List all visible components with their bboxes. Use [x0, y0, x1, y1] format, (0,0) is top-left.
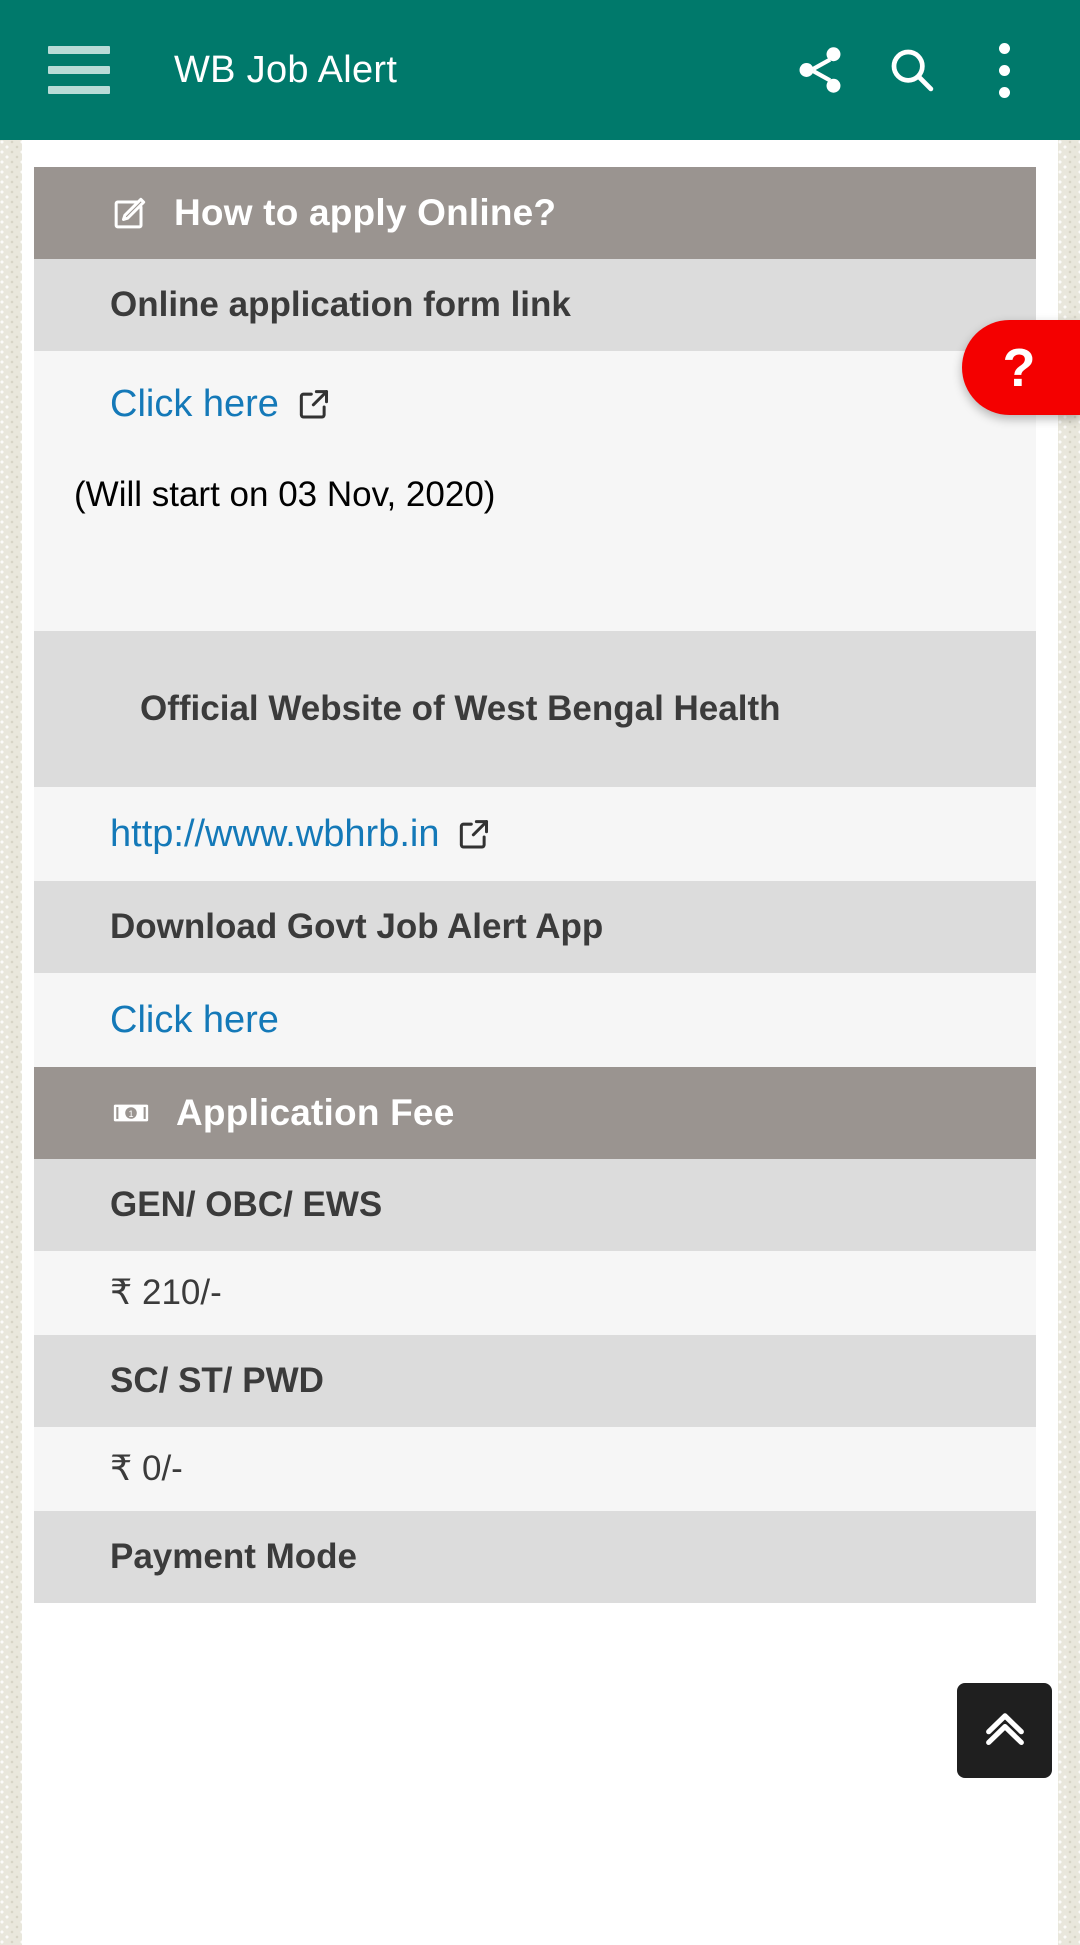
- section-header-application-fee: 1 Application Fee: [34, 1067, 1036, 1159]
- svg-text:1: 1: [128, 1109, 133, 1119]
- double-chevron-up-icon: [977, 1700, 1033, 1761]
- article-content: How to apply Online? Online application …: [22, 140, 1058, 1945]
- search-icon[interactable]: [866, 24, 958, 116]
- app-bar-left: WB Job Alert: [0, 46, 774, 94]
- apply-click-here-label: Click here: [110, 382, 279, 425]
- overflow-dots: [998, 42, 1010, 98]
- row-fee-category-general: GEN/ OBC/ EWS: [34, 1159, 1036, 1251]
- edit-pencil-icon: [110, 193, 150, 233]
- details-table: How to apply Online? Online application …: [34, 167, 1036, 1603]
- page-title: WB Job Alert: [174, 48, 398, 91]
- fee-amount-text: ₹ 210/-: [110, 1273, 222, 1312]
- row-download-app-link: Click here: [34, 973, 1036, 1067]
- row-label: Download Govt Job Alert App: [110, 906, 604, 946]
- app-screen: WB Job Alert How to apply Online? Online…: [0, 0, 1080, 1945]
- row-label: GEN/ OBC/ EWS: [110, 1184, 383, 1224]
- external-link-icon: [455, 815, 493, 853]
- row-label: Official Website of West Bengal Health: [140, 688, 781, 728]
- app-bar: WB Job Alert: [0, 0, 1080, 140]
- row-official-website-label: Official Website of West Bengal Health: [34, 631, 1036, 787]
- row-fee-amount-general: ₹ 210/-: [34, 1251, 1036, 1335]
- apply-click-here-link[interactable]: Click here: [110, 383, 333, 426]
- share-icon[interactable]: [774, 24, 866, 116]
- row-label: Online application form link: [110, 284, 571, 324]
- section-header-title: How to apply Online?: [174, 192, 557, 233]
- scroll-to-top-button[interactable]: [957, 1683, 1052, 1778]
- question-mark-icon: ?: [1002, 337, 1036, 398]
- overflow-menu-icon[interactable]: [958, 24, 1050, 116]
- external-link-icon: [295, 385, 333, 423]
- help-floating-button[interactable]: ?: [962, 320, 1080, 415]
- official-website-link[interactable]: http://www.wbhrb.in: [110, 813, 493, 856]
- start-date-note-text: (Will start on 03 Nov, 2020): [74, 475, 496, 514]
- fee-amount-text: ₹ 0/-: [110, 1449, 183, 1488]
- left-texture-margin: [0, 140, 22, 1945]
- row-fee-amount-reserved: ₹ 0/-: [34, 1427, 1036, 1511]
- hamburger-menu-icon[interactable]: [48, 46, 110, 94]
- row-official-website-url: http://www.wbhrb.in: [34, 787, 1036, 881]
- page-body: How to apply Online? Online application …: [0, 140, 1080, 1945]
- row-fee-category-reserved: SC/ ST/ PWD: [34, 1335, 1036, 1427]
- row-start-date-note: (Will start on 03 Nov, 2020): [34, 457, 1036, 631]
- section-header-how-to-apply: How to apply Online?: [34, 167, 1036, 259]
- download-app-click-here-link[interactable]: Click here: [110, 999, 279, 1042]
- app-bar-actions: [774, 24, 1050, 116]
- row-online-application-form-link: Online application form link: [34, 259, 1036, 351]
- download-app-click-here-label: Click here: [110, 998, 279, 1041]
- row-payment-mode-label: Payment Mode: [34, 1511, 1036, 1603]
- official-website-url-label: http://www.wbhrb.in: [110, 812, 440, 855]
- row-apply-link: Click here: [34, 351, 1036, 457]
- row-label: SC/ ST/ PWD: [110, 1360, 324, 1400]
- money-bill-icon: 1: [110, 1092, 152, 1134]
- section-header-title: Application Fee: [176, 1092, 455, 1133]
- row-download-app-label: Download Govt Job Alert App: [34, 881, 1036, 973]
- row-label: Payment Mode: [110, 1536, 357, 1576]
